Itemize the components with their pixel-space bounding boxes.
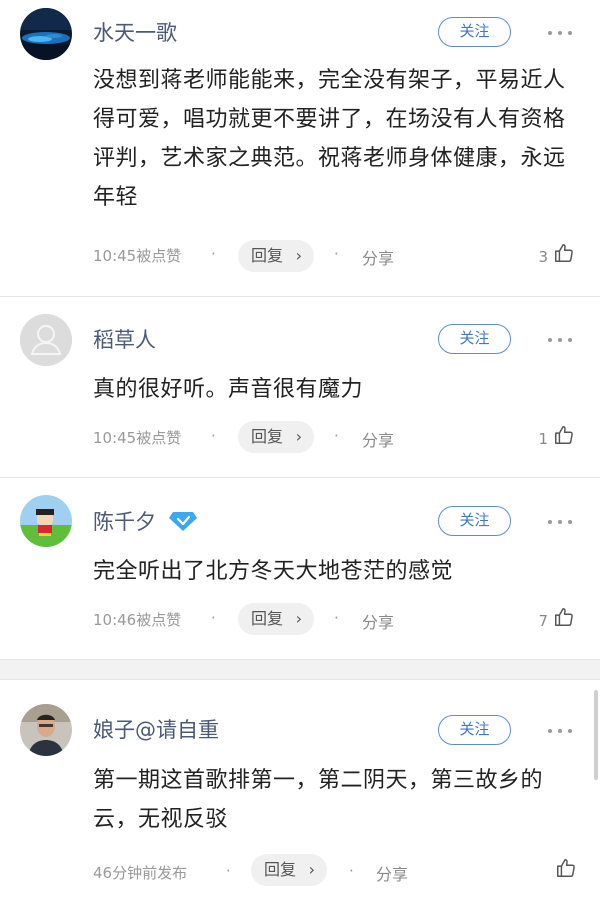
username[interactable]: 陈千夕 bbox=[93, 509, 156, 535]
follow-button[interactable]: 关注 bbox=[438, 324, 511, 354]
follow-button[interactable]: 关注 bbox=[438, 17, 511, 47]
more-options-icon[interactable] bbox=[546, 335, 574, 345]
avatar[interactable] bbox=[20, 8, 72, 60]
separator-dot: · bbox=[211, 609, 216, 627]
reply-label: 回复 bbox=[251, 246, 284, 265]
comment-feed: 水天一歌 关注 没想到蒋老师能能来，完全没有架子，平易近人得可爱，唱功就更不要讲… bbox=[0, 0, 600, 900]
follow-button[interactable]: 关注 bbox=[438, 506, 511, 536]
more-options-icon[interactable] bbox=[546, 726, 574, 736]
chevron-right-icon: › bbox=[295, 427, 302, 446]
like-count: 1 bbox=[538, 430, 548, 448]
thumbs-up-icon[interactable] bbox=[553, 242, 575, 264]
chevron-right-icon: › bbox=[308, 860, 315, 879]
separator-dot: · bbox=[349, 862, 354, 880]
reply-button[interactable]: 回复 › bbox=[238, 421, 314, 453]
chevron-right-icon: › bbox=[295, 246, 302, 265]
comment-text: 真的很好听。声音很有魔力 bbox=[93, 377, 364, 402]
separator-dot: · bbox=[334, 427, 339, 445]
chevron-right-icon: › bbox=[295, 609, 302, 628]
separator-dot: · bbox=[226, 862, 231, 880]
comment-item: 陈千夕 关注 完全听出了北方冬天大地苍茫的感觉 10:46被点赞 · 回复 › … bbox=[0, 478, 600, 659]
comment-item: 水天一歌 关注 没想到蒋老师能能来，完全没有架子，平易近人得可爱，唱功就更不要讲… bbox=[0, 0, 600, 296]
comment-text: 没想到蒋老师能能来，完全没有架子，平易近人得可爱，唱功就更不要讲了，在场没有人有… bbox=[93, 68, 566, 210]
username[interactable]: 娘子@请自重 bbox=[93, 717, 219, 743]
avatar[interactable] bbox=[20, 704, 72, 756]
comment-time: 10:46被点赞 bbox=[93, 611, 182, 629]
comment-item: 稻草人 关注 真的很好听。声音很有魔力 10:45被点赞 · 回复 › · 分享… bbox=[0, 297, 600, 477]
reply-button[interactable]: 回复 › bbox=[238, 240, 314, 272]
section-gap bbox=[0, 660, 600, 680]
reply-button[interactable]: 回复 › bbox=[238, 603, 314, 635]
thumbs-up-icon[interactable] bbox=[553, 424, 575, 446]
reply-button[interactable]: 回复 › bbox=[251, 854, 327, 886]
reply-label: 回复 bbox=[251, 609, 284, 628]
separator-dot: · bbox=[334, 609, 339, 627]
comment-item: 娘子@请自重 关注 第一期这首歌排第一，第二阴天，第三故乡的云，无视反驳 46分… bbox=[0, 680, 600, 900]
more-options-icon[interactable] bbox=[546, 28, 574, 38]
separator-dot: · bbox=[211, 427, 216, 445]
scrollbar[interactable] bbox=[594, 690, 598, 780]
username[interactable]: 稻草人 bbox=[93, 327, 156, 353]
avatar[interactable] bbox=[20, 314, 72, 366]
share-button[interactable]: 分享 bbox=[362, 427, 394, 451]
share-button[interactable]: 分享 bbox=[362, 245, 394, 269]
comment-time: 46分钟前发布 bbox=[93, 864, 188, 882]
more-options-icon[interactable] bbox=[546, 517, 574, 527]
avatar[interactable] bbox=[20, 495, 72, 547]
reply-label: 回复 bbox=[264, 860, 297, 879]
comment-time: 10:45被点赞 bbox=[93, 247, 182, 265]
share-button[interactable]: 分享 bbox=[376, 861, 408, 885]
thumbs-up-icon[interactable] bbox=[553, 606, 575, 628]
like-count: 3 bbox=[538, 248, 548, 266]
share-button[interactable]: 分享 bbox=[362, 609, 394, 633]
separator-dot: · bbox=[211, 245, 216, 263]
separator-dot: · bbox=[334, 245, 339, 263]
comment-time: 10:45被点赞 bbox=[93, 429, 182, 447]
diamond-vip-icon bbox=[169, 512, 197, 531]
comment-text: 完全听出了北方冬天大地苍茫的感觉 bbox=[93, 559, 454, 584]
username[interactable]: 水天一歌 bbox=[93, 20, 177, 46]
comment-text: 第一期这首歌排第一，第二阴天，第三故乡的云，无视反驳 bbox=[93, 768, 544, 832]
like-count: 7 bbox=[538, 612, 548, 630]
follow-button[interactable]: 关注 bbox=[438, 715, 511, 745]
thumbs-up-icon[interactable] bbox=[555, 857, 577, 879]
reply-label: 回复 bbox=[251, 427, 284, 446]
